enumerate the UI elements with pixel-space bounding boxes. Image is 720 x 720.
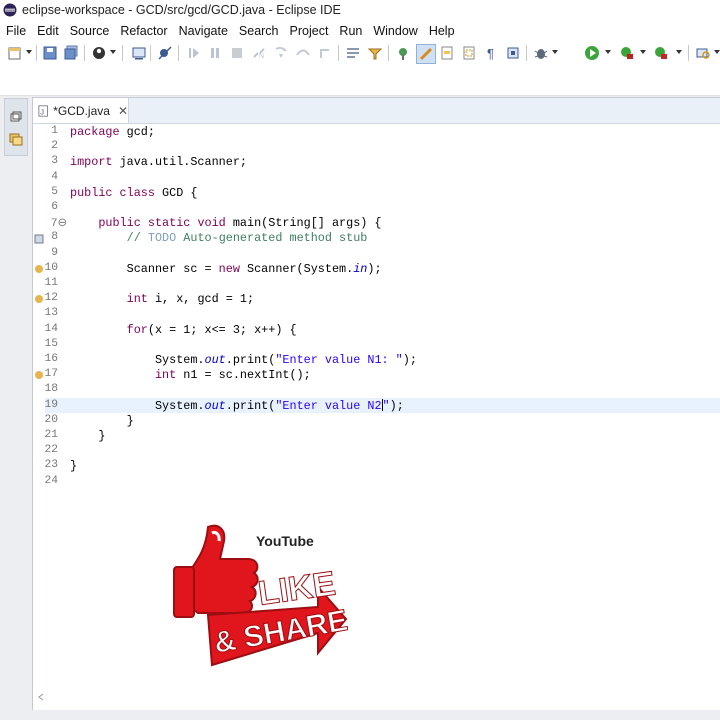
menu-file[interactable]: File bbox=[0, 24, 31, 38]
title-bar: eclipse-workspace - GCD/src/gcd/GCD.java… bbox=[0, 0, 720, 20]
package-explorer-icon[interactable] bbox=[8, 131, 24, 147]
main-toolbar: N ¶ bbox=[0, 41, 720, 65]
run-icon[interactable] bbox=[583, 44, 601, 62]
skip-breakpoints-icon[interactable] bbox=[156, 44, 174, 62]
search-icon[interactable] bbox=[694, 44, 712, 62]
thumbs-up-icon bbox=[173, 524, 259, 618]
mark-occurrences-icon[interactable] bbox=[438, 44, 456, 62]
code-line: 5 public class GCD { bbox=[51, 185, 198, 200]
disconnect-icon[interactable]: N bbox=[250, 44, 268, 62]
code-line: 2 bbox=[51, 140, 58, 153]
code-line: 19 System.out.print("Enter value N2"); bbox=[44, 398, 404, 413]
menu-refactor[interactable]: Refactor bbox=[114, 24, 172, 38]
svg-text:¶: ¶ bbox=[487, 46, 494, 61]
youtube-label: YouTube bbox=[256, 533, 314, 549]
menu-window[interactable]: Window bbox=[367, 24, 422, 38]
warning-marker-icon[interactable] bbox=[34, 294, 44, 304]
svg-text:N: N bbox=[259, 53, 264, 60]
step-over-icon[interactable] bbox=[294, 44, 312, 62]
svg-text:J: J bbox=[40, 107, 44, 116]
minimized-view-stack bbox=[4, 98, 28, 156]
horizontal-scrollbar[interactable] bbox=[33, 690, 720, 704]
new-icon[interactable] bbox=[6, 44, 24, 62]
code-line: 21 } bbox=[44, 429, 106, 443]
code-line: 7⊖ public static void main(String[] args… bbox=[50, 216, 382, 231]
like-share-graphic: YouTube LIKE & SHARE bbox=[173, 524, 348, 667]
java-file-icon: J bbox=[38, 104, 48, 117]
terminate-icon[interactable] bbox=[228, 44, 246, 62]
code-line: 23} bbox=[44, 459, 78, 474]
menu-project[interactable]: Project bbox=[284, 24, 334, 38]
step-return-icon[interactable] bbox=[316, 44, 334, 62]
editor-tab-bar: J *GCD.java ✕ bbox=[33, 98, 720, 124]
suspend-icon[interactable] bbox=[206, 44, 224, 62]
code-line: 22 bbox=[44, 444, 58, 457]
menu-help[interactable]: Help bbox=[423, 24, 460, 38]
code-line: 1 package gcd; bbox=[51, 125, 155, 139]
use-step-filters-icon[interactable] bbox=[366, 44, 384, 62]
debug-icon[interactable] bbox=[532, 44, 550, 62]
code-line: 18 bbox=[44, 383, 58, 396]
code-line: 17 int n1 = sc.nextInt(); bbox=[44, 368, 311, 383]
menu-run[interactable]: Run bbox=[333, 24, 367, 38]
warning-marker-icon[interactable] bbox=[34, 370, 44, 380]
code-line: 14 for(x = 1; x<= 3; x++) { bbox=[44, 322, 297, 337]
code-line: 9 bbox=[51, 246, 58, 259]
code-line: 4 bbox=[51, 170, 58, 183]
drop-to-frame-icon[interactable] bbox=[344, 44, 362, 62]
tab-label: *GCD.java bbox=[53, 103, 110, 118]
code-line: 8 // TODO Auto-generated method stub bbox=[51, 231, 368, 246]
code-line: 13 bbox=[44, 307, 58, 320]
step-into-icon[interactable] bbox=[272, 44, 290, 62]
scroll-left-icon[interactable] bbox=[37, 693, 45, 701]
toggle-block-selection-icon[interactable] bbox=[460, 44, 478, 62]
tab-gcd-java[interactable]: J *GCD.java ✕ bbox=[33, 98, 129, 123]
menu-edit[interactable]: Edit bbox=[31, 24, 64, 38]
coverage-icon[interactable] bbox=[618, 44, 636, 62]
code-line: 15 bbox=[44, 337, 58, 350]
external-tools-icon[interactable] bbox=[652, 44, 670, 62]
toolbar-spacer bbox=[0, 65, 720, 96]
show-whitespace-icon[interactable]: ¶ bbox=[482, 44, 500, 62]
code-line: 12 int i, x, gcd = 1; bbox=[44, 292, 255, 307]
profile-icon[interactable] bbox=[90, 44, 108, 62]
warning-marker-icon[interactable] bbox=[34, 264, 44, 274]
open-perspective-icon[interactable] bbox=[504, 44, 522, 62]
save-all-icon[interactable] bbox=[62, 44, 80, 62]
menu-search[interactable]: Search bbox=[233, 24, 284, 38]
menu-navigate[interactable]: Navigate bbox=[173, 24, 233, 38]
quick-fix-marker-icon[interactable] bbox=[34, 234, 44, 244]
close-icon[interactable]: ✕ bbox=[118, 104, 128, 118]
code-line: 10 Scanner sc = new Scanner(System.in); bbox=[44, 261, 382, 276]
code-line: 3 import java.util.Scanner; bbox=[51, 155, 247, 170]
code-area[interactable]: 1 package gcd; 2 3 import java.util.Scanne… bbox=[33, 125, 720, 685]
menu-source[interactable]: Source bbox=[64, 24, 115, 38]
code-line: 24 bbox=[44, 474, 58, 487]
code-line: 20 } bbox=[44, 413, 134, 428]
console-icon[interactable] bbox=[130, 44, 148, 62]
save-icon[interactable] bbox=[41, 44, 59, 62]
window-title: eclipse-workspace - GCD/src/gcd/GCD.java… bbox=[22, 3, 341, 17]
restore-icon[interactable] bbox=[8, 109, 24, 125]
task-icon[interactable] bbox=[416, 44, 436, 64]
eclipse-logo-icon bbox=[3, 3, 17, 17]
code-line: 16 System.out.print("Enter value N1: "); bbox=[44, 353, 417, 367]
menu-bar: File Edit Source Refactor Navigate Searc… bbox=[0, 20, 720, 41]
resume-icon[interactable] bbox=[185, 44, 203, 62]
code-line: 6 bbox=[51, 201, 58, 213]
open-type-icon[interactable] bbox=[394, 44, 412, 62]
code-line: 11 bbox=[44, 277, 58, 289]
